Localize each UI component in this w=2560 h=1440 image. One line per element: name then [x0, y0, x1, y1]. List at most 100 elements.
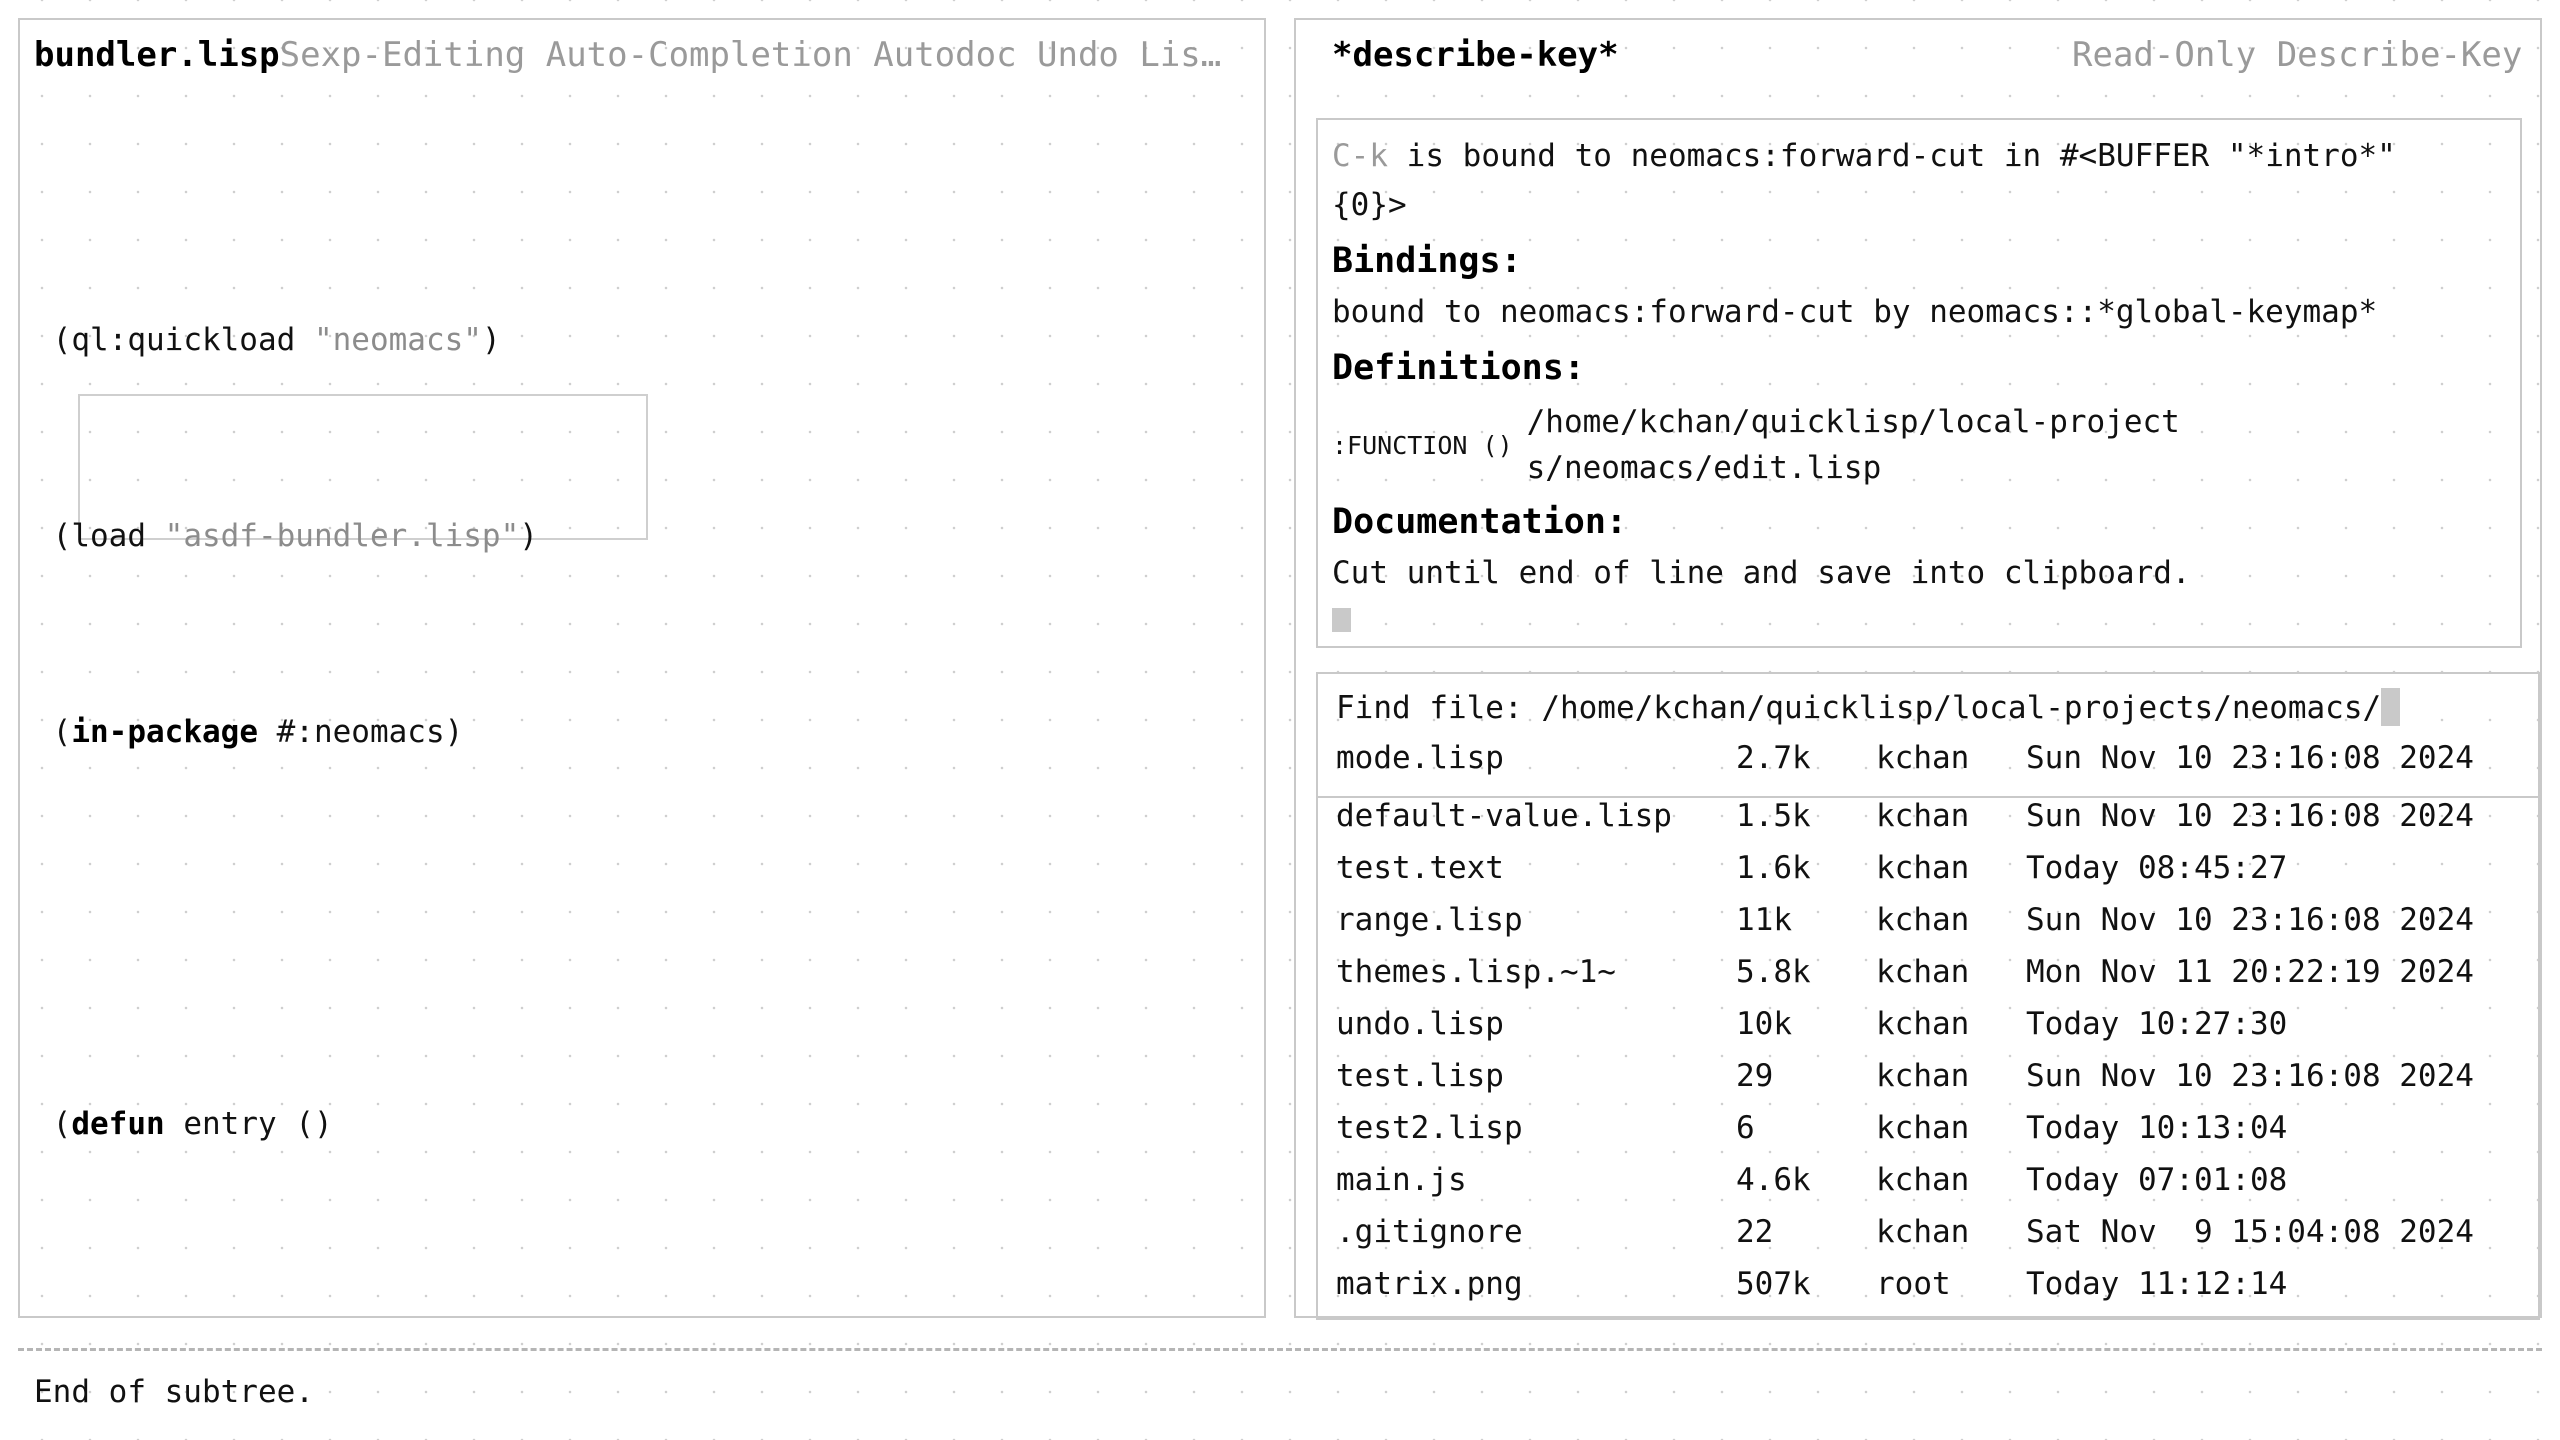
code-string: "neomacs" [313, 322, 482, 358]
neomacs-window: bundler.lispSexp-Editing Auto-Completion… [0, 0, 2560, 1440]
file-date: Sun Nov 10 23:16:08 2024 [2026, 1058, 2474, 1094]
code-text: (ql:quickload [52, 322, 314, 358]
binding-summary-text: is bound to neomacs:forward-cut in #<BUF… [1388, 138, 2396, 174]
code-text-tail: ) [481, 322, 501, 358]
code-keyword: in-package [71, 714, 258, 750]
documentation-text: Cut until end of line and save into clip… [1332, 555, 2191, 591]
code-line: let ((ceramic.runtime:*releasep* t)) [34, 1296, 1266, 1300]
file-name[interactable]: test2.lisp [1336, 1110, 1736, 1146]
file-owner: kchan [1876, 1110, 1970, 1146]
code-line: (defun entry () [34, 1100, 1266, 1149]
file-date: Today 11:12:14 [2026, 1266, 2288, 1302]
file-row[interactable]: test.text 1.6k kchan Today 08:45:27 [1316, 850, 2540, 902]
file-name[interactable]: range.lisp [1336, 902, 1736, 938]
file-name[interactable]: test.text [1336, 850, 1736, 886]
file-owner: kchan [1876, 1162, 1970, 1198]
file-date: Sun Nov 10 23:16:08 2024 [2026, 902, 2474, 938]
bindings-text: bound to neomacs:forward-cut by neomacs:… [1332, 294, 2378, 330]
find-file-label: Find file: [1336, 690, 1542, 726]
file-name[interactable]: test.lisp [1336, 1058, 1736, 1094]
file-row[interactable]: range.lisp 11k kchan Sun Nov 10 23:16:08… [1316, 902, 2540, 954]
file-date: Today 10:27:30 [2026, 1006, 2288, 1042]
binding-summary-line-2: {0}> [1332, 187, 1407, 223]
code-line: (ql:quickload "neomacs") [34, 316, 1266, 365]
code-line: (load "asdf-bundler.lisp") [34, 512, 1266, 561]
file-name[interactable]: main.js [1336, 1162, 1736, 1198]
file-date: Sat Nov 9 15:04:08 2024 [2026, 1214, 2474, 1250]
find-file-panel[interactable]: Find file: /home/kchan/quicklisp/local-p… [1316, 672, 2540, 1320]
find-file-prompt[interactable]: Find file: /home/kchan/quicklisp/local-p… [1316, 672, 2540, 740]
file-date: Mon Nov 11 20:22:19 2024 [2026, 954, 2474, 990]
file-name[interactable]: default-value.lisp [1336, 798, 1736, 834]
file-owner: kchan [1876, 740, 1970, 776]
code-paren: ( [52, 1106, 72, 1142]
file-size: 1.6k [1736, 850, 1811, 886]
text-cursor [2381, 688, 2401, 726]
definition-kind: :FUNCTION () [1332, 430, 1513, 460]
definition-path[interactable]: /home/kchan/quicklisp/local-projects/neo… [1527, 399, 2217, 491]
file-row[interactable]: default-value.lisp 1.5k kchan Sun Nov 10… [1316, 798, 2540, 850]
editor-header: bundler.lispSexp-Editing Auto-Completion… [34, 38, 1221, 72]
file-owner: kchan [1876, 1006, 1970, 1042]
documentation-heading: Documentation: [1332, 502, 1628, 542]
file-size: 2.7k [1736, 740, 1811, 776]
find-file-input[interactable]: /home/kchan/quicklisp/local-projects/neo… [1541, 690, 2381, 726]
code-line: (in-package #:neomacs) [34, 708, 1266, 757]
code-keyword: defun [71, 1106, 165, 1142]
echo-area-message: End of subtree. [34, 1374, 314, 1410]
code-buffer[interactable]: (ql:quickload "neomacs") (load "asdf-bun… [34, 120, 1266, 1300]
file-size: 1.5k [1736, 798, 1811, 834]
file-owner: kchan [1876, 850, 1970, 886]
code-paren: ( [52, 714, 72, 750]
file-row[interactable]: mode.lisp 2.7k kchan Sun Nov 10 23:16:08… [1316, 740, 2540, 792]
file-size: 507k [1736, 1266, 1811, 1302]
file-name[interactable]: mode.lisp [1336, 740, 1736, 776]
editor-buffer-name[interactable]: bundler.lisp [34, 35, 280, 75]
file-size: 22 [1736, 1214, 1774, 1250]
definitions-heading: Definitions: [1332, 348, 1585, 388]
file-row[interactable]: .gitignore 22 kchan Sat Nov 9 15:04:08 2… [1316, 1214, 2540, 1266]
code-text-tail: #:neomacs) [257, 714, 464, 750]
file-row[interactable]: test2.lisp 6 kchan Today 10:13:04 [1316, 1110, 2540, 1162]
file-name[interactable]: .gitignore [1336, 1214, 1736, 1250]
describe-key-status: Read-Only Describe-Key [2072, 35, 2523, 75]
binding-summary-line: C-k is bound to neomacs:forward-cut in #… [1332, 132, 2508, 181]
file-name[interactable]: matrix.png [1336, 1266, 1736, 1302]
file-date: Today 08:45:27 [2026, 850, 2288, 886]
file-owner: root [1876, 1266, 1951, 1302]
describe-key-buffer-name[interactable]: *describe-key* [1332, 35, 1619, 75]
file-date: Today 07:01:08 [2026, 1162, 2288, 1198]
text-cursor [1332, 608, 1351, 632]
editor-mode-list: Sexp-Editing Auto-Completion Autodoc Und… [279, 35, 1222, 75]
file-row[interactable]: matrix.png 507k root Today 11:12:14 [1316, 1266, 2540, 1318]
file-name[interactable]: themes.lisp.~1~ [1336, 954, 1736, 990]
file-size: 11k [1736, 902, 1792, 938]
key-sequence: C-k [1332, 138, 1388, 174]
file-size: 29 [1736, 1058, 1774, 1094]
file-date: Today 10:13:04 [2026, 1110, 2288, 1146]
echo-area-separator [18, 1348, 2542, 1351]
describe-key-header: *describe-key* [1332, 38, 1619, 72]
file-owner: kchan [1876, 798, 1970, 834]
file-size: 10k [1736, 1006, 1792, 1042]
code-text-tail: ) [519, 518, 538, 554]
code-text: (load [52, 518, 165, 554]
file-name[interactable]: undo.lisp [1336, 1006, 1736, 1042]
file-size: 5.8k [1736, 954, 1811, 990]
file-date: Sun Nov 10 23:16:08 2024 [2026, 740, 2474, 776]
bindings-heading: Bindings: [1332, 241, 1522, 281]
file-owner: kchan [1876, 954, 1970, 990]
file-row[interactable]: undo.lisp 10k kchan Today 10:27:30 [1316, 1006, 2540, 1058]
file-row[interactable]: test.lisp 29 kchan Sun Nov 10 23:16:08 2… [1316, 1058, 2540, 1110]
definition-row[interactable]: :FUNCTION () /home/kchan/quicklisp/local… [1332, 399, 2508, 491]
file-row[interactable]: main.js 4.6k kchan Today 07:01:08 [1316, 1162, 2540, 1214]
file-size: 4.6k [1736, 1162, 1811, 1198]
describe-key-content[interactable]: C-k is bound to neomacs:forward-cut in #… [1332, 132, 2508, 632]
code-text-tail: entry () [164, 1106, 333, 1142]
file-date: Sun Nov 10 23:16:08 2024 [2026, 798, 2474, 834]
file-size: 6 [1736, 1110, 1755, 1146]
file-owner: kchan [1876, 1058, 1970, 1094]
file-owner: kchan [1876, 902, 1970, 938]
file-row[interactable]: themes.lisp.~1~ 5.8k kchan Mon Nov 11 20… [1316, 954, 2540, 1006]
